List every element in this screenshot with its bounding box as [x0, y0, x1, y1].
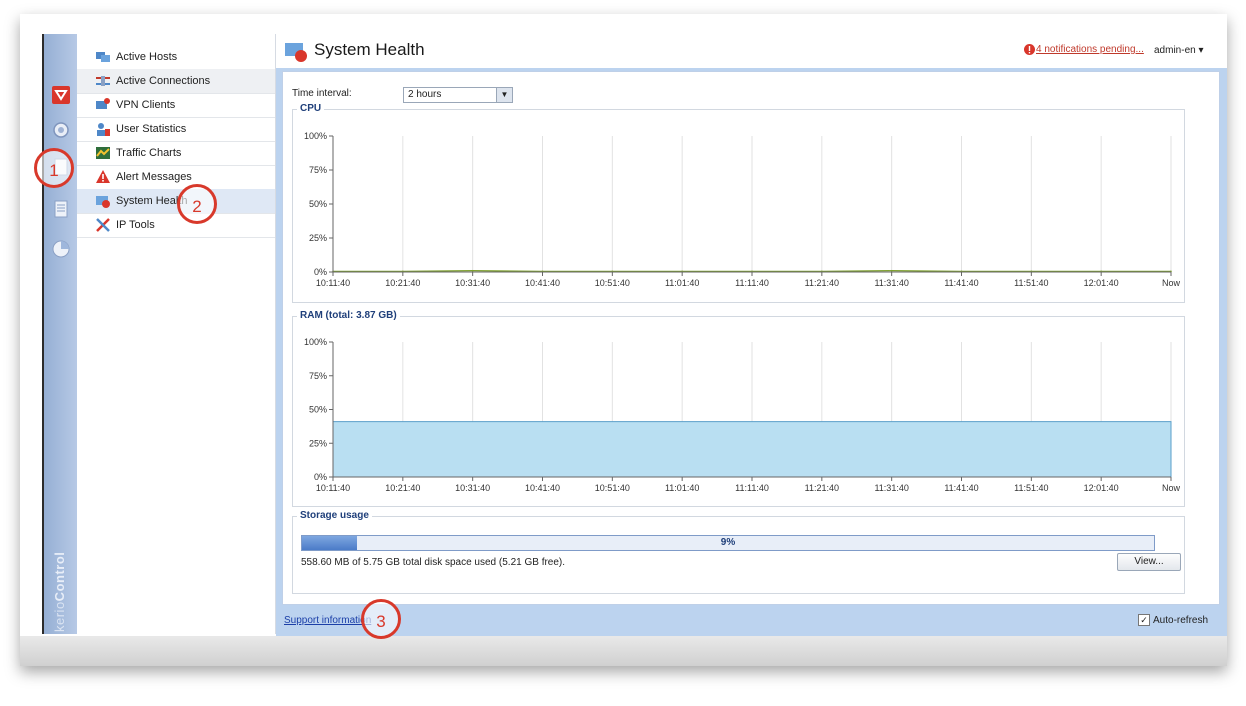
- page-title: System Health: [314, 40, 425, 59]
- cpu-xtick-label: 11:01:40: [665, 278, 699, 288]
- sidebar-item-label: Alert Messages: [116, 171, 192, 183]
- ram-ytick-label: 0%: [314, 472, 327, 482]
- connections-icon: [96, 76, 110, 86]
- cpu-ytick-label: 25%: [309, 233, 327, 243]
- user-menu[interactable]: admin-en ▾: [1154, 45, 1204, 56]
- cpu-xtick-label: 10:41:40: [525, 278, 560, 288]
- view-button[interactable]: View...: [1117, 553, 1181, 571]
- sidebar-item-active-connections[interactable]: Active Connections: [77, 69, 275, 94]
- annotation-marker-2: 2: [177, 184, 217, 224]
- ram-area: [332, 421, 1172, 478]
- ram-xtick-label: 10:11:40: [316, 483, 350, 493]
- cpu-xtick-label: 10:51:40: [595, 278, 630, 288]
- sidebar-item-label: User Statistics: [116, 123, 187, 135]
- warning-icon: [1024, 44, 1035, 55]
- ram-xtick-label: 10:31:40: [455, 483, 490, 493]
- header: System Health 4 notifications pending...…: [276, 34, 1227, 69]
- ram-xtick-label: 11:11:40: [735, 483, 769, 493]
- storage-group: Storage usage 9% 558.60 MB of 5.75 GB to…: [292, 510, 1185, 594]
- sidebar-item-label: Active Connections: [116, 75, 211, 87]
- ram-xtick-label: 10:41:40: [525, 483, 560, 493]
- user-statistics-icon: [97, 123, 110, 136]
- ram-group: RAM (total: 3.87 GB) 100% 75% 50% 25% 0% 10:1…: [292, 310, 1185, 507]
- auto-refresh-label: Auto-refresh: [1153, 614, 1209, 626]
- support-information-link[interactable]: Support information: [284, 615, 371, 626]
- storage-percent: 9%: [720, 537, 736, 548]
- reports-icon[interactable]: [52, 240, 70, 258]
- hosts-icon: [96, 52, 110, 62]
- annotation-marker-3: 3: [361, 599, 401, 639]
- time-interval-select[interactable]: 2 hours ▼: [403, 87, 513, 103]
- content-area: Time interval: 2 hours ▼ CPU 100% 75% 50% 2…: [282, 71, 1220, 605]
- cpu-xtick-label: Now: [1162, 278, 1181, 288]
- cpu-ytick-label: 100%: [304, 131, 327, 141]
- sidebar: Active Hosts Active Connections VPN Clie…: [77, 34, 276, 634]
- vpn-clients-icon: [96, 98, 110, 109]
- cpu-xtick-label: 10:21:40: [385, 278, 420, 288]
- ram-ytick-label: 50%: [309, 405, 327, 415]
- cpu-xtick-label: 11:21:40: [805, 278, 839, 288]
- gear-icon[interactable]: [52, 121, 70, 139]
- cpu-xtick-label: 10:11:40: [316, 278, 350, 288]
- cpu-ytick-label: 75%: [309, 165, 327, 175]
- ram-xtick-label: 12:01:40: [1084, 483, 1119, 493]
- cpu-chart: 100% 75% 50% 25% 0%10:11:40 10:21:40 10:31:40 1…: [304, 131, 1181, 288]
- ram-xtick-label: 10:21:40: [385, 483, 420, 493]
- ram-xtick-label: 11:31:40: [874, 483, 908, 493]
- ram-xtick-label: 11:51:40: [1014, 483, 1048, 493]
- sidebar-item-system-health[interactable]: System Health: [77, 189, 275, 214]
- cpu-xtick-label: 12:01:40: [1084, 278, 1119, 288]
- icon-bar: kerioControl: [42, 34, 78, 634]
- sidebar-item-active-hosts[interactable]: Active Hosts: [77, 45, 275, 70]
- sidebar-item-label: VPN Clients: [116, 99, 176, 111]
- cpu-xtick-label: 11:31:40: [874, 278, 908, 288]
- chevron-down-icon: ▼: [496, 88, 512, 102]
- sidebar-item-label: Traffic Charts: [116, 147, 182, 159]
- notifications-link[interactable]: 4 notifications pending...: [1036, 44, 1144, 55]
- sidebar-item-vpn-clients[interactable]: VPN Clients: [77, 93, 275, 118]
- ram-ytick-label: 25%: [309, 438, 327, 448]
- storage-detail: 558.60 MB of 5.75 GB total disk space us…: [301, 557, 566, 568]
- bottom-band: [20, 636, 1227, 666]
- cpu-ytick-label: 0%: [314, 267, 327, 277]
- auto-refresh-toggle[interactable]: ✓ Auto-refresh: [1138, 614, 1208, 626]
- storage-label: Storage usage: [297, 510, 372, 521]
- shield-icon[interactable]: [52, 86, 70, 104]
- sidebar-item-ip-tools[interactable]: IP Tools: [77, 213, 275, 238]
- traffic-charts-icon: [96, 147, 110, 159]
- ram-xtick-label: 11:01:40: [665, 483, 699, 493]
- ram-xtick-label: 11:21:40: [805, 483, 839, 493]
- cpu-ytick-label: 50%: [309, 199, 327, 209]
- system-health-icon: [285, 43, 307, 62]
- storage-progress-bar: 9%: [301, 535, 1155, 551]
- cpu-group: CPU 100% 75% 50% 25% 0% 10:11:40 10:21:40 10:31…: [292, 103, 1185, 303]
- sidebar-item-user-statistics[interactable]: User Statistics: [77, 117, 275, 142]
- sidebar-item-label: IP Tools: [116, 219, 155, 231]
- sidebar-item-alert-messages[interactable]: Alert Messages: [77, 165, 275, 190]
- cpu-xtick-label: 11:41:40: [944, 278, 978, 288]
- ram-chart: 100% 75% 50% 25% 0%10:11:40 10:21:40 10:31:40 1…: [304, 337, 1181, 493]
- cpu-xtick-label: 11:51:40: [1014, 278, 1048, 288]
- cpu-xtick-label: 10:31:40: [455, 278, 490, 288]
- cpu-point: [471, 269, 474, 272]
- ram-xtick-label: 10:51:40: [595, 483, 630, 493]
- logs-icon[interactable]: [52, 200, 70, 218]
- cpu-xtick-label: 11:11:40: [735, 278, 769, 288]
- ram-ytick-label: 100%: [304, 337, 327, 347]
- system-health-icon: [96, 196, 110, 208]
- main-panel: System Health 4 notifications pending...…: [276, 34, 1227, 636]
- ram-ytick-label: 75%: [309, 371, 327, 381]
- annotation-marker-1: 1: [34, 148, 74, 188]
- cpu-point: [890, 269, 893, 272]
- brand-logo: kerioControl: [52, 551, 67, 632]
- sidebar-item-label: Active Hosts: [116, 51, 178, 63]
- ram-xtick-label: Now: [1162, 483, 1181, 493]
- sidebar-item-traffic-charts[interactable]: Traffic Charts: [77, 141, 275, 166]
- time-interval-label: Time interval:: [292, 88, 352, 99]
- alert-icon: [96, 170, 110, 183]
- ip-tools-icon: [96, 218, 110, 232]
- ram-xtick-label: 11:41:40: [944, 483, 978, 493]
- auto-refresh-checkbox[interactable]: ✓: [1138, 614, 1150, 626]
